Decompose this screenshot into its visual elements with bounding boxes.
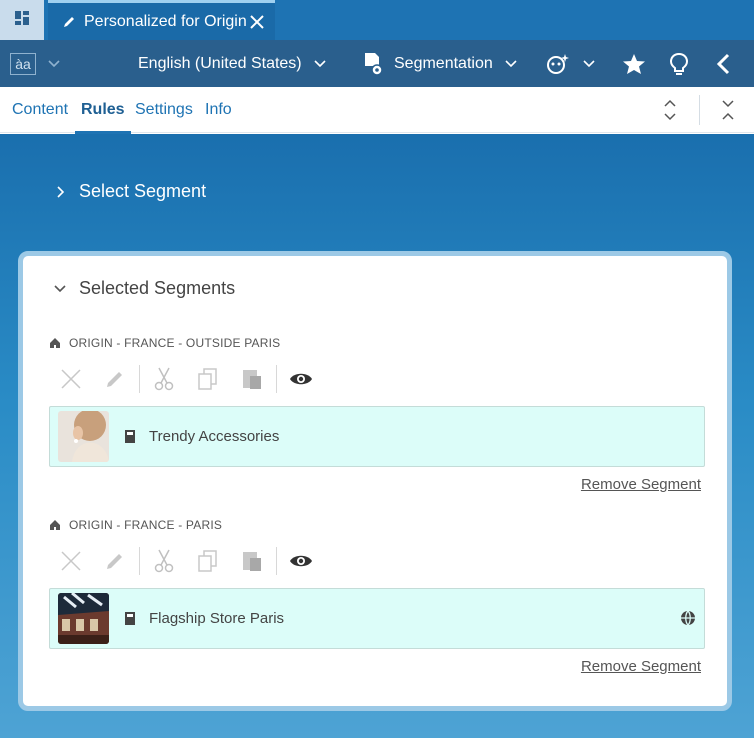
personalization-icon	[545, 52, 571, 76]
dashboard-button[interactable]	[0, 0, 44, 40]
collapse-all-icon[interactable]	[713, 95, 743, 125]
favorite-button[interactable]	[622, 40, 646, 87]
toolbar-divider	[276, 547, 277, 575]
segmentation-icon	[362, 52, 384, 76]
pencil-icon	[62, 15, 76, 29]
chevron-down-icon	[583, 59, 595, 68]
delete-icon[interactable]	[49, 541, 93, 581]
delete-icon[interactable]	[49, 359, 93, 399]
eye-icon[interactable]	[279, 541, 323, 581]
segment-content-card[interactable]: Flagship Store Paris	[49, 588, 705, 649]
back-button[interactable]	[715, 40, 731, 87]
selected-segments-title: Selected Segments	[79, 278, 236, 298]
chevron-left-icon	[715, 53, 731, 75]
segment-name: ORIGIN - FRANCE - PARIS	[69, 518, 223, 532]
item-name: Trendy Accessories	[149, 428, 280, 445]
tab-title: Personalized for Origin	[84, 12, 247, 30]
eye-icon[interactable]	[279, 359, 323, 399]
tab-content[interactable]: Content	[12, 87, 68, 133]
chevron-down-icon	[53, 284, 67, 293]
segmentation-select[interactable]: Segmentation	[362, 40, 517, 87]
home-icon	[49, 337, 61, 349]
select-segment-label: Select Segment	[79, 181, 207, 201]
selected-segments-toggle[interactable]: Selected Segments	[53, 278, 235, 299]
toolbar-divider	[276, 365, 277, 393]
segment-name: ORIGIN - FRANCE - OUTSIDE PARIS	[69, 336, 281, 350]
select-segment-toggle[interactable]: Select Segment	[56, 181, 206, 202]
dashboard-icon	[14, 10, 30, 31]
segmentation-label: Segmentation	[394, 54, 493, 72]
selected-segments-panel: Selected Segments ORIGIN - FRANCE - OUTS…	[18, 251, 732, 711]
chevron-down-icon	[505, 59, 517, 68]
expand-all-icon[interactable]	[655, 95, 685, 125]
chevron-down-icon	[314, 59, 326, 68]
copy-icon[interactable]	[186, 359, 230, 399]
language-select-value: English (United States)	[138, 54, 302, 72]
language-icon: àa	[10, 52, 36, 75]
item-thumbnail	[58, 411, 109, 462]
segment-toolbar	[49, 356, 705, 402]
tab-info[interactable]: Info	[205, 87, 232, 133]
language-select[interactable]: English (United States)	[138, 40, 326, 87]
editor-toolbar: àa English (United States) Segmentation	[0, 40, 754, 87]
toolbar-divider	[139, 547, 140, 575]
paste-icon[interactable]	[230, 541, 274, 581]
tab-strip: Personalized for Origin	[0, 0, 754, 40]
item-thumbnail	[58, 593, 109, 644]
paste-icon[interactable]	[230, 359, 274, 399]
content-type-icon	[123, 612, 137, 625]
remove-segment-link[interactable]: Remove Segment	[581, 476, 701, 493]
tab-settings[interactable]: Settings	[135, 87, 193, 133]
segment-label: ORIGIN - FRANCE - OUTSIDE PARIS	[49, 334, 705, 352]
suggestions-button[interactable]	[668, 40, 690, 87]
toolbar-divider	[139, 365, 140, 393]
chevron-down-icon	[48, 59, 60, 68]
document-tab[interactable]: Personalized for Origin	[48, 0, 275, 40]
edit-icon[interactable]	[93, 541, 137, 581]
globe-icon	[680, 610, 696, 626]
tab-rules[interactable]: Rules	[75, 87, 131, 134]
close-icon[interactable]	[247, 9, 267, 35]
copy-icon[interactable]	[186, 541, 230, 581]
segment-content-card[interactable]: Trendy Accessories	[49, 406, 705, 467]
segment-toolbar	[49, 538, 705, 584]
chevron-right-icon	[56, 185, 65, 199]
star-icon	[622, 53, 646, 75]
editor-nav-tabs: Content Rules Settings Info	[0, 87, 754, 134]
segment-label: ORIGIN - FRANCE - PARIS	[49, 516, 705, 534]
home-icon	[49, 519, 61, 531]
content-type-icon	[123, 430, 137, 443]
segment-block: ORIGIN - FRANCE - OUTSIDE PARIS Trendy A…	[49, 334, 705, 493]
segment-block: ORIGIN - FRANCE - PARIS Flagship Store P…	[49, 516, 705, 675]
nav-divider	[699, 95, 700, 125]
lightbulb-icon	[668, 52, 690, 76]
remove-segment-link[interactable]: Remove Segment	[581, 658, 701, 675]
edit-icon[interactable]	[93, 359, 137, 399]
language-picker[interactable]: àa	[10, 40, 60, 87]
cut-icon[interactable]	[142, 359, 186, 399]
personalization-menu[interactable]	[545, 40, 595, 87]
cut-icon[interactable]	[142, 541, 186, 581]
rules-area: Select Segment Selected Segments ORIGIN …	[0, 134, 754, 738]
item-name: Flagship Store Paris	[149, 610, 285, 627]
